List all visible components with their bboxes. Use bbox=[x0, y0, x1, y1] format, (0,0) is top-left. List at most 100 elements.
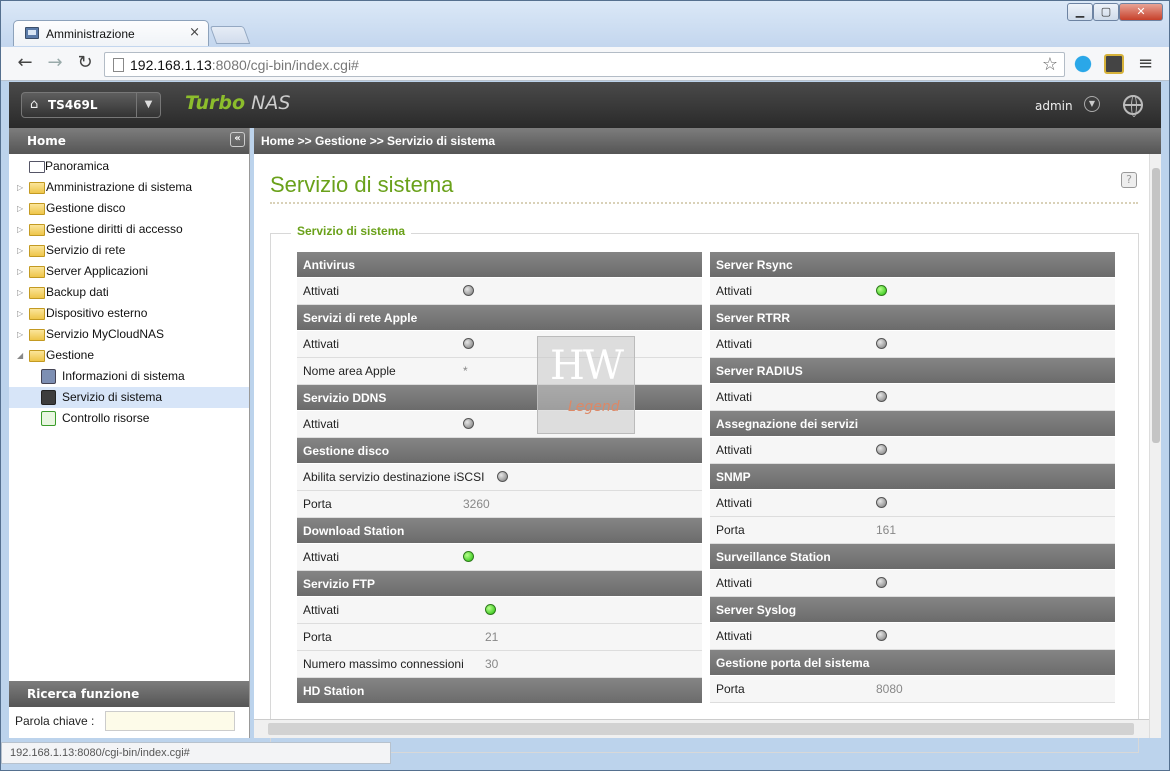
group-header: Servizi di rete Apple bbox=[297, 305, 702, 331]
group-header: Surveillance Station bbox=[710, 544, 1115, 570]
scroll-thumb[interactable] bbox=[1152, 168, 1160, 443]
status-off-icon bbox=[876, 338, 887, 349]
expand-arrow-icon[interactable]: ▷ bbox=[17, 282, 27, 303]
reload-icon[interactable]: ↻ bbox=[73, 52, 97, 76]
menu-icon[interactable]: ≡ bbox=[1138, 53, 1153, 74]
dropdown-arrow-icon[interactable]: ▼ bbox=[136, 93, 160, 117]
row-label: Porta bbox=[303, 630, 332, 644]
expand-arrow-icon[interactable]: ▷ bbox=[17, 303, 27, 324]
group-header: Assegnazione dei servizi bbox=[710, 411, 1115, 437]
sidebar-item-server-applicazioni[interactable]: ▷ Server Applicazioni bbox=[17, 261, 249, 282]
service-row: Attivati bbox=[710, 437, 1115, 464]
group-header: Antivirus bbox=[297, 252, 702, 278]
expand-arrow-icon[interactable]: ▷ bbox=[17, 324, 27, 345]
maximize-button[interactable]: ▢ bbox=[1093, 3, 1119, 21]
row-label: Numero massimo connessioni bbox=[303, 657, 464, 671]
sidebar-item-diritti[interactable]: ▷ Gestione diritti di accesso bbox=[17, 219, 249, 240]
sidebar-item-panoramica[interactable]: Panoramica bbox=[17, 156, 249, 177]
status-off-icon bbox=[463, 338, 474, 349]
row-value: 30 bbox=[485, 657, 499, 671]
row-label: Attivati bbox=[716, 390, 753, 404]
help-icon[interactable]: ? bbox=[1121, 172, 1137, 188]
tab-amministrazione[interactable]: Amministrazione × bbox=[13, 20, 209, 46]
row-label: Attivati bbox=[716, 284, 753, 298]
row-label: Porta bbox=[716, 523, 745, 537]
group-header: Servizio FTP bbox=[297, 571, 702, 597]
status-off-icon bbox=[876, 391, 887, 402]
browser-window: Amministrazione × ▁ ▢ ✕ ← → ↻ 192.168.1.… bbox=[0, 0, 1170, 771]
sidebar-subitem-controllo-risorse[interactable]: Controllo risorse bbox=[9, 408, 249, 429]
status-off-icon bbox=[497, 471, 508, 482]
sidebar-item-gestione[interactable]: ◢ Gestione bbox=[17, 345, 249, 366]
sidebar-item-dispositivo-esterno[interactable]: ▷ Dispositivo esterno bbox=[17, 303, 249, 324]
sidebar-item-servizio-rete[interactable]: ▷ Servizio di rete bbox=[17, 240, 249, 261]
status-off-icon bbox=[876, 577, 887, 588]
system-info-icon bbox=[41, 369, 56, 384]
group-header: Server RADIUS bbox=[710, 358, 1115, 384]
services-right-column: Server Rsync Attivati Server RTRR Attivati S… bbox=[710, 252, 1115, 703]
group-header: HD Station bbox=[297, 678, 702, 704]
service-row: Attivati bbox=[297, 331, 702, 358]
close-window-button[interactable]: ✕ bbox=[1119, 3, 1163, 21]
services-left-column: Antivirus Attivati Servizi di rete Apple At… bbox=[297, 252, 702, 704]
sidebar-subitem-servizio-sistema[interactable]: Servizio di sistema bbox=[9, 387, 249, 408]
expand-arrow-icon[interactable]: ▷ bbox=[17, 198, 27, 219]
model-selector[interactable]: ⌂ TS469L ▼ bbox=[21, 92, 161, 118]
skype-extension-icon[interactable] bbox=[1073, 54, 1093, 74]
expand-arrow-icon[interactable]: ▷ bbox=[17, 261, 27, 282]
back-arrow-icon[interactable]: ← bbox=[13, 52, 37, 76]
sidebar-item-mycloudnas[interactable]: ▷ Servizio MyCloudNAS bbox=[17, 324, 249, 345]
folder-icon bbox=[29, 182, 45, 194]
row-label: Attivati bbox=[716, 576, 753, 590]
service-row: Attivati bbox=[710, 623, 1115, 650]
group-header: Server Syslog bbox=[710, 597, 1115, 623]
forward-arrow-icon[interactable]: → bbox=[43, 52, 67, 76]
status-off-icon bbox=[876, 497, 887, 508]
service-row: Attivati bbox=[297, 597, 702, 624]
scroll-thumb[interactable] bbox=[268, 723, 1134, 735]
row-label: Porta bbox=[716, 682, 745, 696]
sidebar-item-gestione-disco[interactable]: ▷ Gestione disco bbox=[17, 198, 249, 219]
home-icon: ⌂ bbox=[30, 97, 39, 112]
search-input[interactable] bbox=[105, 711, 235, 731]
status-on-icon bbox=[463, 551, 474, 562]
service-row: Porta 161 bbox=[710, 517, 1115, 544]
service-row: Attivati bbox=[710, 384, 1115, 411]
check-extension-icon[interactable] bbox=[1104, 54, 1124, 74]
sidebar-subitem-informazioni[interactable]: Informazioni di sistema bbox=[9, 366, 249, 387]
brand-logo: Turbo NAS bbox=[185, 92, 291, 114]
monitor-icon bbox=[25, 27, 39, 39]
status-bar: 192.168.1.13:8080/cgi-bin/index.cgi# bbox=[1, 742, 391, 764]
address-bar[interactable]: 192.168.1.13:8080/cgi-bin/index.cgi# ☆ bbox=[104, 52, 1065, 77]
vertical-scrollbar[interactable] bbox=[1149, 154, 1161, 738]
row-label: Attivati bbox=[303, 550, 340, 564]
row-label: Nome area Apple bbox=[303, 364, 396, 378]
horizontal-scrollbar[interactable] bbox=[254, 719, 1149, 738]
new-tab-button[interactable] bbox=[209, 26, 251, 44]
service-row: Abilita servizio destinazione iSCSI bbox=[297, 464, 702, 491]
language-globe-icon[interactable] bbox=[1123, 95, 1143, 117]
bookmark-star-icon[interactable]: ☆ bbox=[1042, 54, 1058, 75]
row-label: Attivati bbox=[716, 629, 753, 643]
sidebar-item-backup[interactable]: ▷ Backup dati bbox=[17, 282, 249, 303]
row-label: Attivati bbox=[303, 603, 340, 617]
minimize-button[interactable]: ▁ bbox=[1067, 3, 1093, 21]
sidebar-item-amministrazione[interactable]: ▷ Amministrazione di sistema bbox=[17, 177, 249, 198]
expand-arrow-icon[interactable]: ▷ bbox=[17, 240, 27, 261]
expand-arrow-icon[interactable]: ▷ bbox=[17, 177, 27, 198]
row-value: 21 bbox=[485, 630, 499, 644]
user-name[interactable]: admin bbox=[1035, 99, 1073, 113]
system-service-icon bbox=[41, 390, 56, 405]
collapse-arrow-icon[interactable]: ◢ bbox=[17, 345, 27, 366]
status-off-icon bbox=[463, 418, 474, 429]
service-row: Porta 3260 bbox=[297, 491, 702, 518]
collapse-icon[interactable]: « bbox=[230, 132, 245, 147]
folder-icon bbox=[29, 203, 45, 215]
status-off-icon bbox=[876, 630, 887, 641]
row-label: Attivati bbox=[303, 417, 340, 431]
expand-arrow-icon[interactable]: ▷ bbox=[17, 219, 27, 240]
url-text[interactable]: 192.168.1.13:8080/cgi-bin/index.cgi# bbox=[130, 57, 359, 73]
folder-icon bbox=[29, 329, 45, 341]
user-dropdown-icon[interactable]: ▼ bbox=[1084, 96, 1100, 112]
tab-close-icon[interactable]: × bbox=[189, 25, 200, 40]
